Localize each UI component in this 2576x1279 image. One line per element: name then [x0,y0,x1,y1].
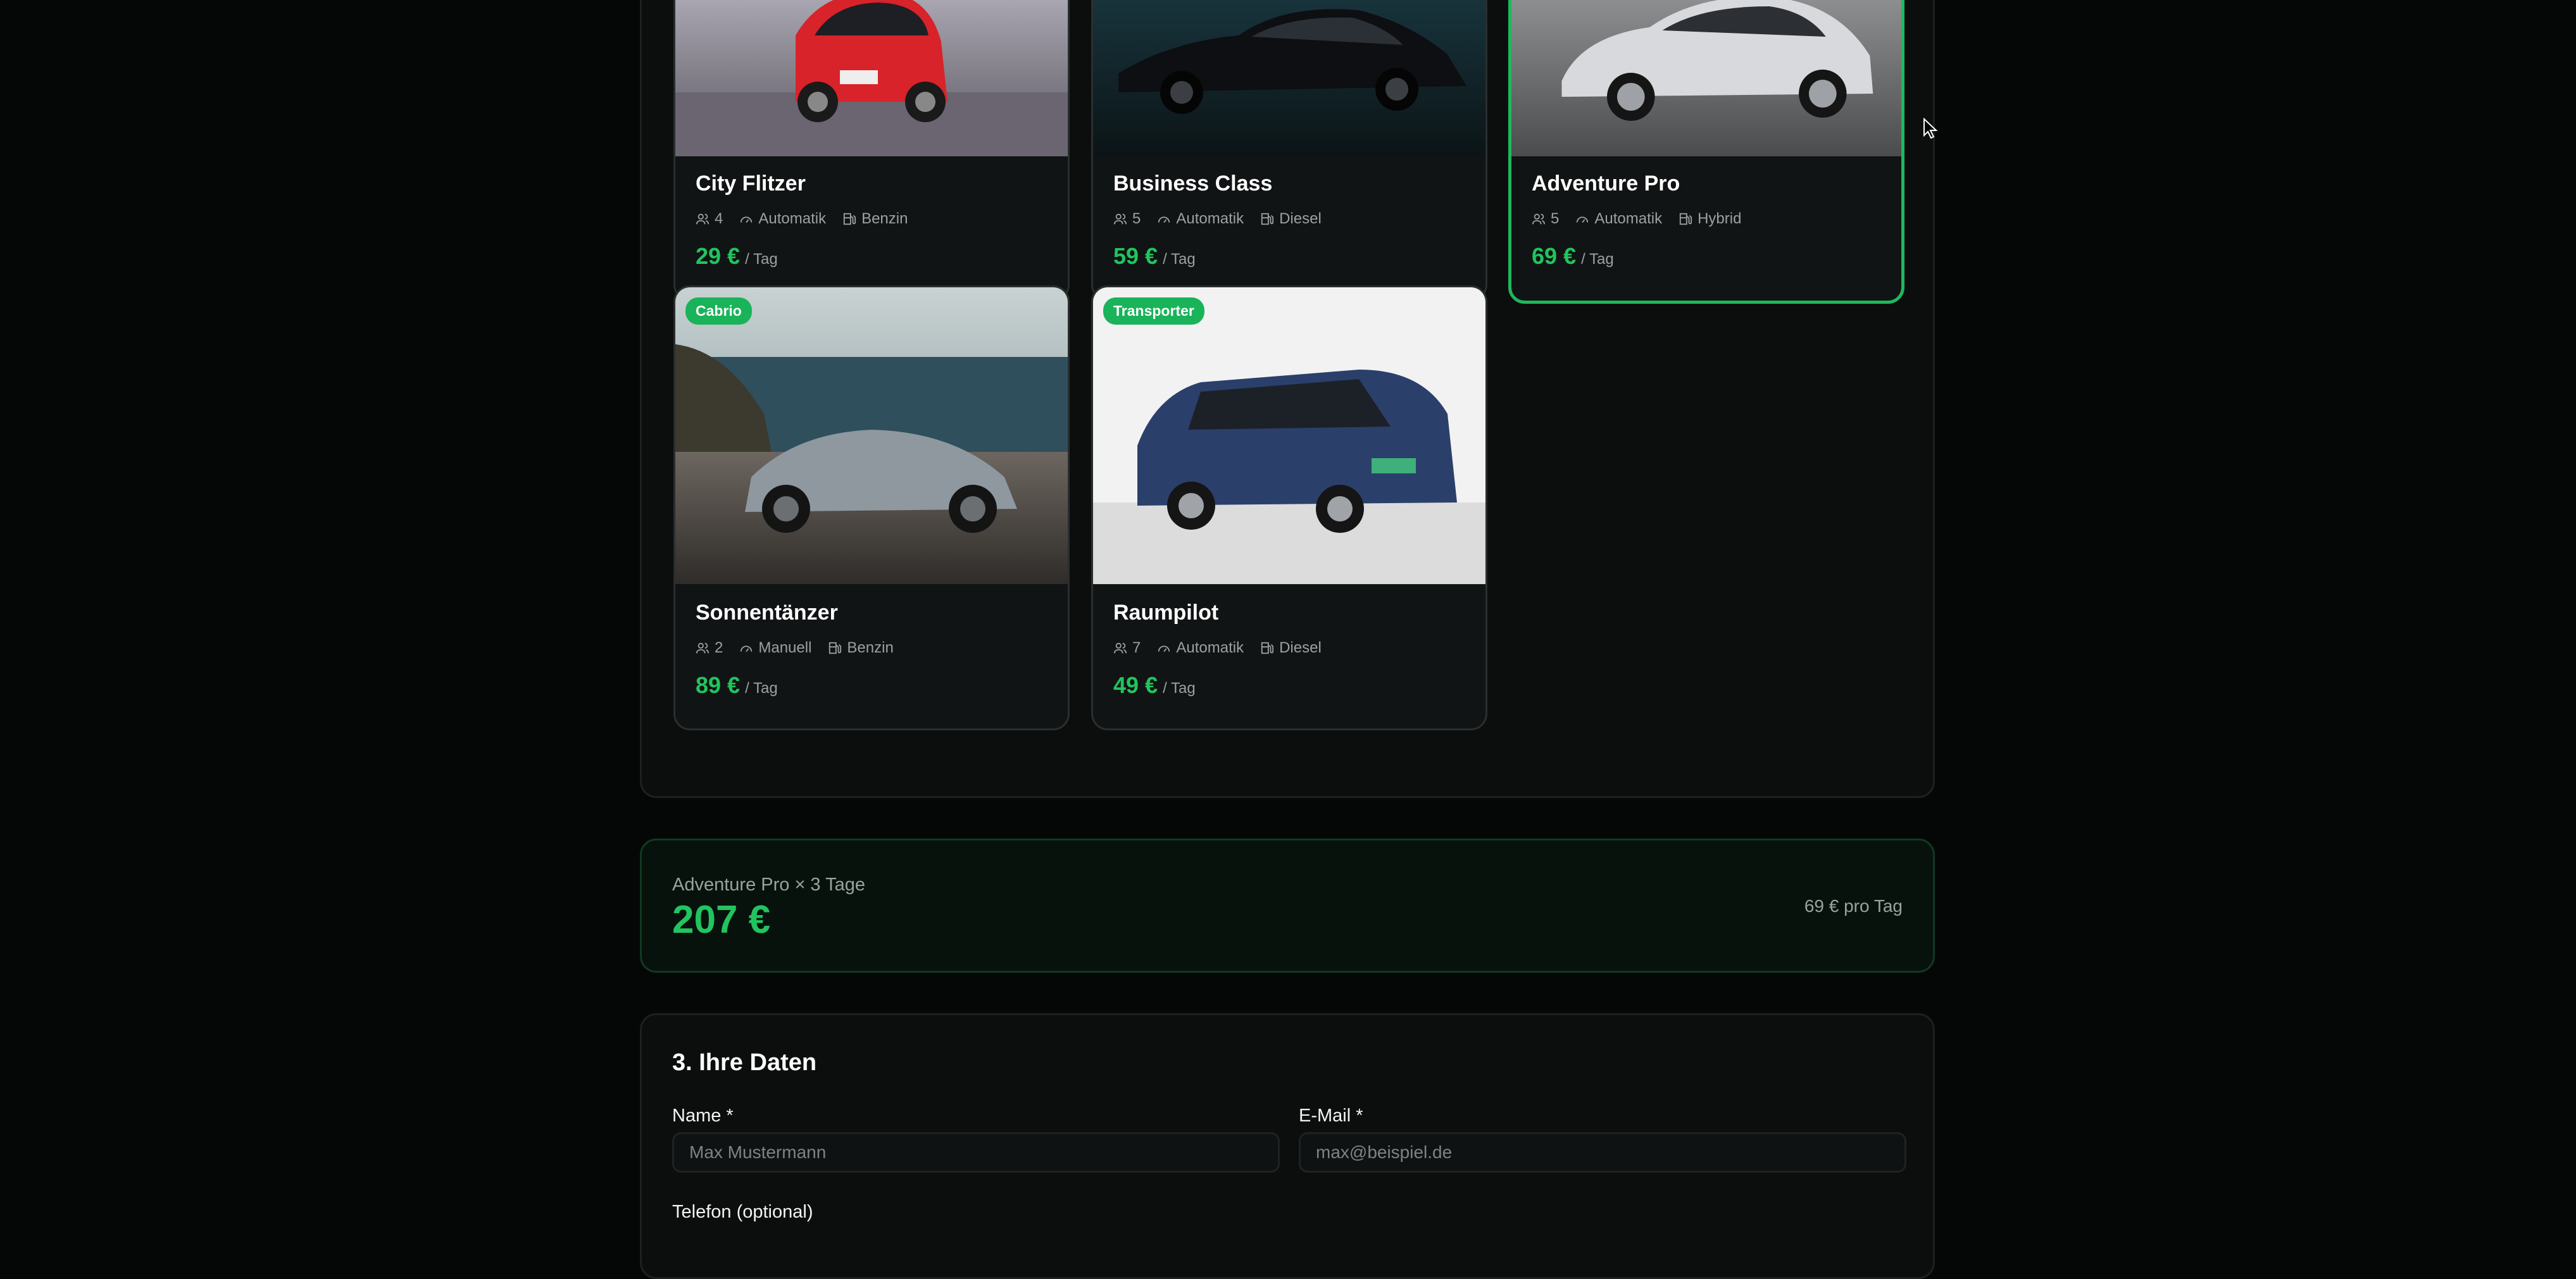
transmission-label: Automatik [1594,210,1663,227]
users-icon [1113,213,1127,225]
fuel-label: Hybrid [1698,210,1742,227]
vehicle-name: Adventure Pro [1532,172,1680,196]
seats-spec: 5 [1113,210,1141,228]
vehicle-image [1093,287,1485,584]
transmission-spec: Automatik [1575,210,1662,228]
price-unit: / Tag [1163,680,1196,697]
seats-spec: 5 [1532,210,1559,228]
gauge-icon [1158,216,1170,223]
users-icon [696,213,710,225]
phone-label: Telefon (optional) [672,1202,813,1222]
vehicle-card-business-class[interactable]: Business Class 5 Automatik Diesel 59 € /… [1091,0,1487,301]
fuel-pump-icon [829,642,842,654]
personal-details-panel: 3. Ihre Daten Name * E-Mail * Telefon (o… [640,1013,1935,1279]
fuel-label: Benzin [847,639,894,656]
fuel-pump-icon [843,213,856,225]
vehicle-image [675,0,1068,156]
name-label: Name * [672,1106,734,1126]
name-input[interactable] [672,1132,1280,1173]
price-summary: Adventure Pro × 3 Tage 207 € 69 € pro Ta… [640,839,1935,973]
fuel-spec: Benzin [842,210,908,228]
transmission-label: Manuell [758,639,812,656]
price-unit: / Tag [1581,251,1614,268]
gauge-icon [741,216,753,223]
gauge-icon [741,646,753,652]
transmission-spec: Manuell [739,639,811,657]
vehicle-name: Raumpilot [1113,601,1219,625]
seats-count: 5 [1551,210,1560,227]
email-label: E-Mail * [1299,1106,1363,1126]
users-icon [1113,642,1127,654]
price-unit: / Tag [745,680,778,697]
vehicle-card-raumpilot[interactable]: Transporter Raumpilot 7 Automatik Diesel… [1091,285,1487,730]
seats-spec: 4 [696,210,723,228]
fuel-pump-icon [1261,213,1274,225]
vehicle-name: City Flitzer [696,172,806,196]
summary-rate: 69 € pro Tag [1804,896,1903,916]
vehicle-selection-panel: City Flitzer 4 Automatik Benzin 29 € / T… [640,0,1935,798]
vehicle-card-sonnentaenzer[interactable]: Cabrio Sonnentänzer 2 Manuell Benzin 89 … [673,285,1070,730]
summary-total: 207 € [672,898,771,942]
vehicle-name: Sonnentänzer [696,601,838,625]
price-value: 69 € [1532,243,1577,269]
transmission-spec: Automatik [1157,639,1244,657]
fuel-pump-icon [1261,642,1274,654]
seats-count: 7 [1132,639,1141,656]
transmission-spec: Automatik [739,210,826,228]
price-value: 49 € [1113,672,1158,698]
gauge-icon [1158,646,1170,652]
price-value: 29 € [696,243,741,269]
price-unit: / Tag [1163,251,1196,268]
fuel-label: Diesel [1279,210,1322,227]
seats-count: 5 [1132,210,1141,227]
fuel-label: Diesel [1279,639,1322,656]
email-input[interactable] [1299,1132,1906,1173]
transmission-label: Automatik [1176,210,1244,227]
fuel-pump-icon [1679,213,1692,225]
fuel-spec: Diesel [1260,210,1322,228]
mouse-pointer-icon [1923,118,1938,139]
price-value: 89 € [696,672,741,698]
vehicle-name: Business Class [1113,172,1273,196]
vehicle-image [1511,0,1901,156]
category-badge: Cabrio [685,297,752,325]
section-title: 3. Ihre Daten [672,1049,817,1076]
users-icon [696,642,710,654]
users-icon [1532,213,1546,225]
summary-label: Adventure Pro × 3 Tage [672,875,865,895]
price-value: 59 € [1113,243,1158,269]
price-unit: / Tag [745,251,778,268]
vehicle-card-city-flitzer[interactable]: City Flitzer 4 Automatik Benzin 29 € / T… [673,0,1070,301]
seats-count: 2 [715,639,723,656]
fuel-spec: Hybrid [1679,210,1741,228]
gauge-icon [1577,216,1589,223]
fuel-spec: Benzin [828,639,894,657]
fuel-spec: Diesel [1260,639,1322,657]
fuel-label: Benzin [861,210,908,227]
transmission-label: Automatik [758,210,827,227]
category-badge: Transporter [1103,297,1204,325]
seats-spec: 7 [1113,639,1141,657]
vehicle-image [675,287,1068,584]
seats-count: 4 [715,210,723,227]
transmission-label: Automatik [1176,639,1244,656]
vehicle-image [1093,0,1485,156]
seats-spec: 2 [696,639,723,657]
vehicle-card-adventure-pro[interactable]: Adventure Pro 5 Automatik Hybrid 69 € / … [1508,0,1904,304]
transmission-spec: Automatik [1157,210,1244,228]
